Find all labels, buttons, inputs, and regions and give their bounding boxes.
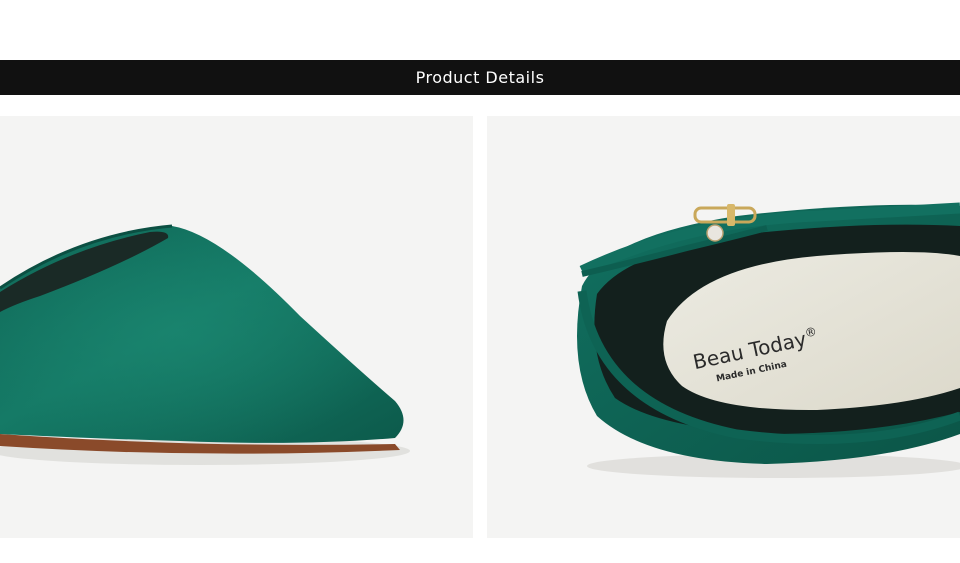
product-photo-insole: Beau Today® Made in China xyxy=(487,116,960,538)
toe-closeup-image xyxy=(0,224,410,465)
section-header-bar: Product Details xyxy=(0,60,960,95)
insole-view-image: Beau Today® Made in China xyxy=(577,202,960,478)
section-title: Product Details xyxy=(415,68,545,87)
product-photo-toe xyxy=(0,116,473,538)
